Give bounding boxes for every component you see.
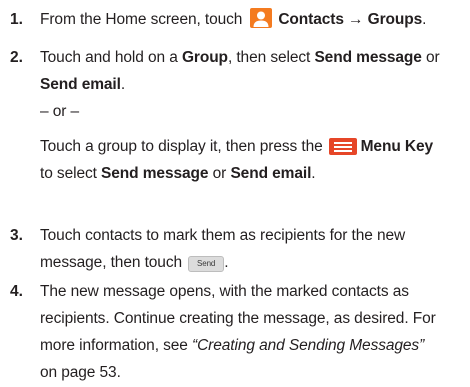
send-email-term: Send email (40, 76, 121, 93)
step-1: 1. From the Home screen, touch Contacts … (0, 6, 470, 33)
step-text: Touch and hold on a Group, then select S… (40, 49, 440, 182)
contacts-person-icon (250, 8, 273, 28)
step-text: The new message opens, with the marked c… (40, 283, 436, 381)
step-number: 3. (10, 227, 23, 244)
send-message-term: Send message (314, 49, 422, 66)
step-number: 1. (10, 11, 23, 28)
step-number: 2. (10, 49, 23, 66)
send-message-term: Send message (101, 165, 209, 182)
step-number: 4. (10, 283, 23, 300)
step-4: 4. The new message opens, with the marke… (0, 278, 470, 386)
contacts-groups-path: Contacts → Groups (278, 11, 423, 28)
send-button: Send (188, 256, 225, 272)
cross-reference-link[interactable]: “Creating and Sending Messages” (192, 337, 424, 354)
step-2: 2. Touch and hold on a Group, then selec… (0, 44, 470, 187)
step-text: Touch contacts to mark them as recipient… (40, 227, 406, 272)
step-text: From the Home screen, touch Contacts → G… (40, 6, 470, 33)
instructions-page: 1. From the Home screen, touch Contacts … (0, 0, 470, 387)
step-3: 3. Touch contacts to mark them as recipi… (0, 222, 470, 276)
or-separator: – or – (40, 103, 80, 120)
group-term: Group (181, 49, 228, 66)
send-email-term: Send email (230, 165, 312, 182)
menu-key-icon (328, 138, 357, 155)
menu-key-term: Menu Key (360, 138, 434, 155)
